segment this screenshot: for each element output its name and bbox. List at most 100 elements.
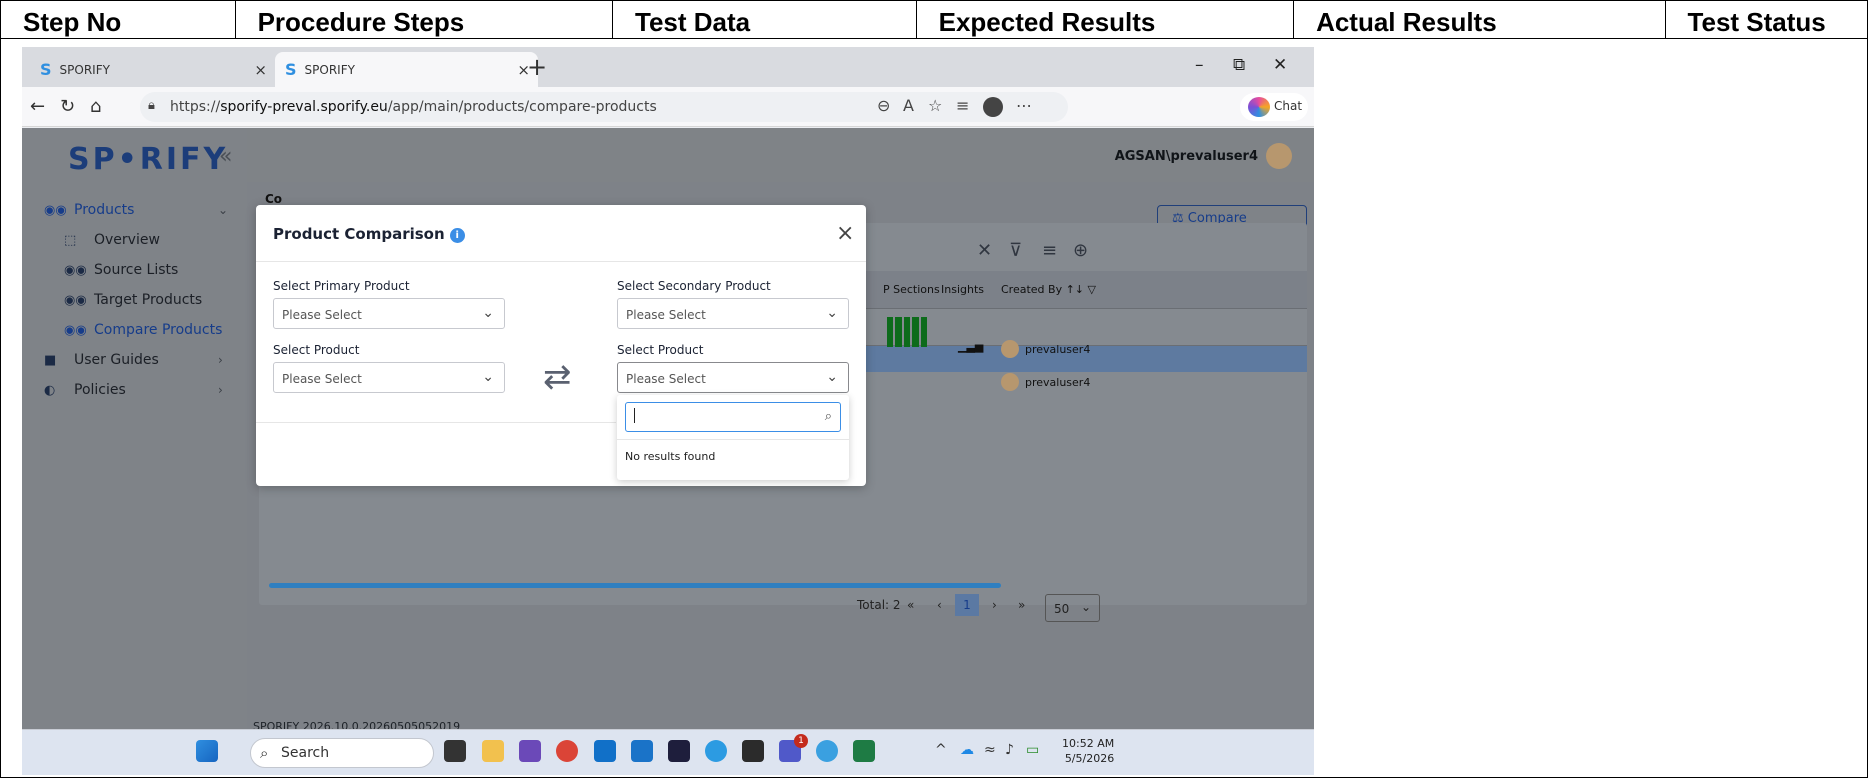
divider (617, 439, 849, 440)
swap-icon[interactable]: ⇄ (543, 360, 572, 394)
volume-icon[interactable]: ♪ (1005, 742, 1014, 758)
secondary-select-product-label: Select Product (617, 343, 704, 357)
chart-icon: ⬚ (64, 232, 77, 248)
restore-button[interactable]: ⧉ (1233, 55, 1245, 75)
chevron-down-icon: ⌄ (826, 305, 838, 321)
minimize-button[interactable]: – (1195, 55, 1204, 75)
favorites-icon[interactable]: ≡ (956, 96, 969, 115)
created-by-name: prevaluser4 (1025, 342, 1091, 356)
page-size-select[interactable]: 50 ⌄ (1045, 594, 1100, 622)
sidebar-item-label: Policies (74, 382, 126, 398)
jetbrains-icon[interactable] (668, 740, 690, 762)
header-actual-results: Actual Results (1293, 0, 1666, 39)
sidebar-item-products[interactable]: ◉◉ Products ⌄ (22, 196, 247, 224)
read-aloud-icon[interactable]: A (903, 96, 914, 115)
header-procedure-steps: Procedure Steps (234, 0, 614, 39)
first-page-button[interactable]: « (907, 598, 914, 612)
secondary-product-label: Select Secondary Product (617, 279, 771, 293)
last-page-button[interactable]: » (1018, 598, 1025, 612)
prev-page-button[interactable]: ‹ (937, 598, 942, 612)
home-icon[interactable]: ⌂ (90, 96, 101, 117)
m365-icon[interactable] (519, 740, 541, 762)
sidebar-item-source-lists[interactable]: ◉◉ Source Lists (22, 256, 247, 284)
more-options-icon[interactable]: ⋯ (1016, 96, 1032, 115)
onedrive-icon[interactable]: ☁ (960, 742, 974, 758)
select-placeholder: Please Select (282, 308, 362, 322)
chrome-icon[interactable] (556, 740, 578, 762)
insights-icon[interactable]: ▁▃▅ (958, 340, 983, 353)
window-close-button[interactable]: ✕ (1273, 55, 1287, 75)
sidebar-item-target-products[interactable]: ◉◉ Target Products (22, 286, 247, 314)
close-tab-icon[interactable]: × (254, 61, 267, 79)
next-page-button[interactable]: › (992, 598, 997, 612)
edge-icon[interactable] (705, 740, 727, 762)
task-view-icon[interactable] (444, 740, 466, 762)
page-size-value: 50 (1054, 602, 1070, 616)
browser-tab-active[interactable]: S SPORIFY × (275, 52, 538, 87)
modal-title-text: Product Comparison (273, 225, 445, 243)
clock-date: 5/5/2026 (1064, 752, 1115, 765)
browser-tab[interactable]: S SPORIFY × (30, 52, 275, 87)
search-caret (634, 408, 635, 423)
sidebar-item-compare-products[interactable]: ◉◉ Compare Products (22, 316, 247, 344)
windows-start-icon[interactable] (196, 740, 218, 762)
sidebar-item-policies[interactable]: ◐ Policies › (22, 376, 247, 404)
copilot-chat-button[interactable]: Chat (1240, 93, 1308, 121)
taskbar-search[interactable]: ⌕ Search (250, 738, 434, 768)
primary-product-label: Select Primary Product (273, 279, 410, 293)
refresh-icon[interactable]: ↻ (60, 96, 75, 117)
search-icon: ⌕ (824, 409, 832, 424)
chat-label: Chat (1274, 99, 1303, 113)
excel-icon[interactable] (853, 740, 875, 762)
column-header-created-by[interactable]: Created By ↑↓ ▽ (1001, 283, 1096, 296)
new-tab-button[interactable]: + (527, 53, 547, 81)
wifi-icon[interactable]: ≈ (984, 742, 996, 758)
close-icon[interactable]: × (836, 221, 854, 246)
settings-sliders-icon[interactable]: ≡ (1042, 240, 1057, 261)
chevron-down-icon: ⌄ (826, 369, 838, 385)
windows-taskbar: ⌕ Search 1 ^ ☁ ≈ ♪ ▭ 10:52 AM 5/5/2026 (22, 729, 1314, 775)
product-comparison-modal: Product Comparison i × Select Primary Pro… (256, 205, 866, 486)
secondary-product-item-select[interactable]: Please Select ⌄ (617, 362, 849, 393)
current-page[interactable]: 1 (955, 594, 979, 616)
user-name: AGSAN\prevaluser4 (1114, 148, 1258, 164)
dropdown-search-input[interactable]: ⌕ (625, 402, 841, 432)
embedded-screenshot: S SPORIFY × S SPORIFY × + – ⧉ ✕ ← ↻ ⌂ 🔒︎… (22, 47, 1314, 775)
outlook-icon[interactable] (594, 740, 616, 762)
zoom-out-icon[interactable]: ⊖ (877, 96, 890, 115)
primary-product-item-select[interactable]: Please Select ⌄ (273, 362, 505, 393)
sidebar-item-label: User Guides (74, 352, 159, 368)
profile-icon[interactable] (983, 97, 1003, 117)
filter-off-icon[interactable]: ⊽ (1009, 240, 1022, 261)
notification-badge: 1 (794, 734, 808, 748)
store-icon[interactable] (631, 740, 653, 762)
user-menu[interactable]: AGSAN\prevaluser4 (1115, 143, 1292, 169)
clear-search-icon[interactable]: ✕ (977, 240, 992, 261)
battery-icon[interactable]: ▭ (1026, 742, 1039, 758)
edge-dev-icon[interactable] (816, 740, 838, 762)
lock-icon: 🔒︎ (148, 98, 155, 113)
collapse-sidebar-icon[interactable]: « (219, 144, 232, 169)
divider (256, 261, 866, 262)
show-hidden-icons-icon[interactable]: ^ (935, 742, 947, 758)
sidebar-item-overview[interactable]: ⬚ Overview (22, 226, 247, 254)
taskbar-clock[interactable]: 10:52 AM 5/5/2026 (1062, 736, 1114, 766)
select-placeholder: Please Select (282, 372, 362, 386)
sidebar-item-label: Source Lists (94, 262, 179, 278)
url-host: sporify-preval.sporify.eu (220, 99, 388, 115)
tab-title: SPORIFY (304, 62, 355, 77)
primary-product-select[interactable]: Please Select ⌄ (273, 298, 505, 329)
header-expected-results: Expected Results (915, 0, 1295, 39)
zoom-in-icon[interactable]: ⊕ (1073, 240, 1088, 261)
favorite-star-icon[interactable]: ☆ (928, 96, 942, 115)
modal-title: Product Comparison i (273, 225, 465, 243)
horizontal-scrollbar[interactable] (269, 583, 1001, 588)
back-icon[interactable]: ← (30, 96, 45, 117)
file-explorer-icon[interactable] (482, 740, 504, 762)
secondary-product-select[interactable]: Please Select ⌄ (617, 298, 849, 329)
created-by-name: prevaluser4 (1025, 375, 1091, 389)
terminal-icon[interactable] (742, 740, 764, 762)
sidebar-item-user-guides[interactable]: ■ User Guides › (22, 346, 247, 374)
column-header-insights: Insights (941, 283, 985, 296)
info-icon[interactable]: i (449, 228, 465, 243)
